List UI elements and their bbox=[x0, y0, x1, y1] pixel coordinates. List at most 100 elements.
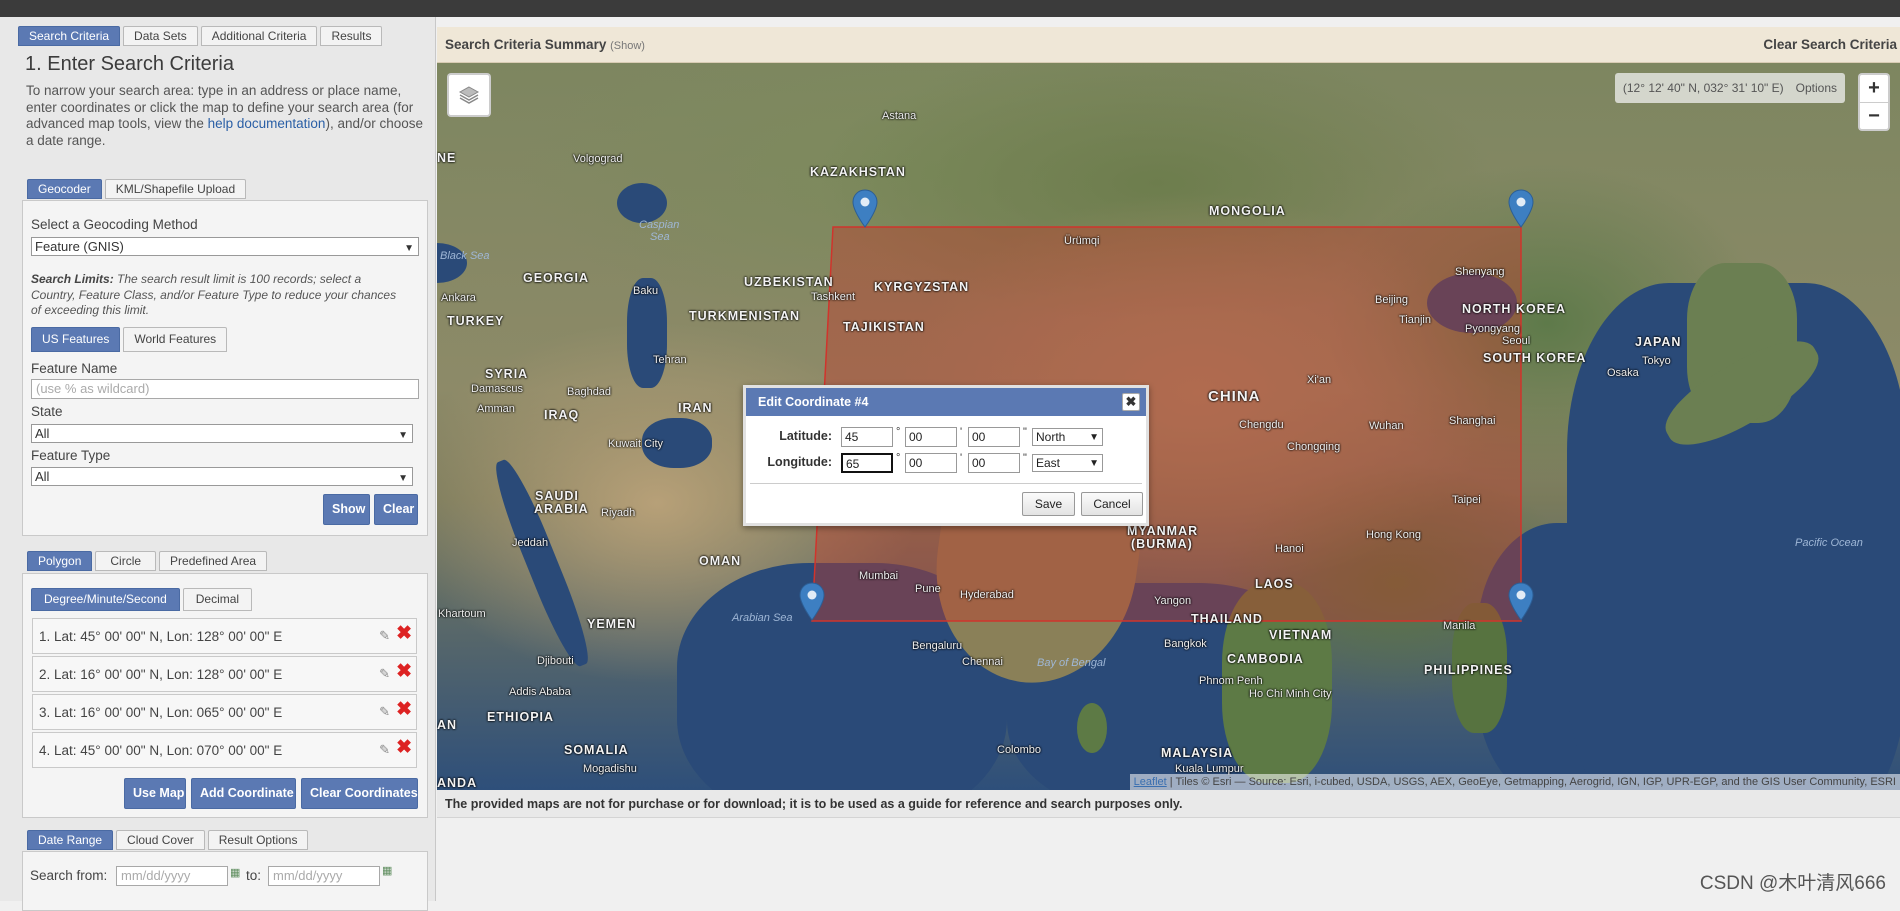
map-label: SOUTH KOREA bbox=[1483, 351, 1587, 365]
tab-circle[interactable]: Circle bbox=[95, 551, 157, 571]
chevron-down-icon: ▼ bbox=[398, 430, 408, 441]
delete-icon[interactable]: ✖ bbox=[396, 662, 412, 682]
cancel-button[interactable]: Cancel bbox=[1081, 492, 1143, 516]
degree-symbol: ° bbox=[896, 452, 901, 464]
delete-icon[interactable]: ✖ bbox=[396, 624, 412, 644]
map-label: Pyongyang bbox=[1465, 323, 1521, 335]
edit-icon[interactable]: ✎ bbox=[379, 704, 390, 720]
tab-decimal[interactable]: Decimal bbox=[182, 588, 253, 611]
map-marker-icon[interactable] bbox=[798, 582, 826, 622]
map-label: ANDA bbox=[437, 776, 478, 790]
edit-icon[interactable]: ✎ bbox=[379, 742, 390, 758]
main-tabs: Search Criteria Data Sets Additional Cri… bbox=[18, 26, 383, 46]
tab-additional-criteria[interactable]: Additional Criteria bbox=[200, 26, 318, 46]
latitude-degrees-input[interactable]: 45 bbox=[841, 427, 893, 447]
longitude-degrees-input[interactable]: 65 bbox=[841, 453, 893, 473]
longitude-direction-select[interactable]: East ▼ bbox=[1032, 454, 1103, 472]
use-map-button[interactable]: Use Map bbox=[124, 778, 186, 809]
edit-icon[interactable]: ✎ bbox=[379, 628, 390, 644]
clear-coordinates-button[interactable]: Clear Coordinates bbox=[301, 778, 418, 809]
help-documentation-link[interactable]: help documentation bbox=[208, 116, 326, 131]
map-marker-icon[interactable] bbox=[851, 189, 879, 229]
tab-search-criteria[interactable]: Search Criteria bbox=[18, 26, 121, 46]
tab-date-range[interactable]: Date Range bbox=[27, 830, 114, 850]
clear-search-criteria-link[interactable]: Clear Search Criteria bbox=[1763, 37, 1897, 52]
cursor-coordinates: (12° 12' 40" N, 032° 31' 10" E) Options bbox=[1614, 73, 1845, 103]
map-label: Baghdad bbox=[567, 386, 612, 398]
latitude-seconds-input[interactable]: 00 bbox=[968, 427, 1020, 447]
map-label: Hong Kong bbox=[1366, 529, 1422, 541]
tab-data-sets[interactable]: Data Sets bbox=[123, 26, 198, 46]
map-label: JAPAN bbox=[1635, 335, 1682, 349]
delete-icon[interactable]: ✖ bbox=[396, 700, 412, 720]
tab-result-options[interactable]: Result Options bbox=[207, 830, 309, 850]
close-icon[interactable]: ✖ bbox=[1122, 393, 1140, 411]
tab-degree-minute-second[interactable]: Degree/Minute/Second bbox=[31, 588, 180, 611]
calendar-icon[interactable]: ▦ bbox=[230, 866, 240, 879]
map-label: Addis Ababa bbox=[509, 686, 571, 698]
tab-us-features[interactable]: US Features bbox=[31, 327, 121, 352]
area-tabs: Polygon Circle Predefined Area bbox=[27, 551, 268, 571]
delete-icon[interactable]: ✖ bbox=[396, 738, 412, 758]
map-label: Chennai bbox=[962, 656, 1003, 668]
state-value: All bbox=[35, 426, 50, 441]
date-to-input[interactable]: mm/dd/yyyy bbox=[268, 866, 380, 886]
feature-name-input[interactable]: (use % as wildcard) bbox=[31, 379, 419, 399]
layers-button[interactable] bbox=[447, 73, 491, 117]
geocoding-method-select[interactable]: Feature (GNIS) ▼ bbox=[31, 237, 419, 256]
latitude-minutes-input[interactable]: 00 bbox=[905, 427, 957, 447]
search-from-label: Search from: bbox=[30, 868, 108, 883]
chevron-down-icon: ▼ bbox=[1089, 432, 1099, 443]
to-label: to: bbox=[246, 868, 262, 883]
tab-polygon[interactable]: Polygon bbox=[27, 551, 93, 571]
chevron-down-icon: ▼ bbox=[1089, 458, 1099, 469]
map-label: Xi'an bbox=[1307, 374, 1332, 386]
dialog-divider bbox=[750, 483, 1142, 484]
longitude-minutes-input[interactable]: 00 bbox=[905, 453, 957, 473]
map-label: Shenyang bbox=[1455, 266, 1505, 278]
map-label: Astana bbox=[882, 110, 917, 122]
summary-show-link[interactable]: (Show) bbox=[610, 40, 645, 52]
date-from-input[interactable]: mm/dd/yyyy bbox=[116, 866, 228, 886]
map-attribution: Leaflet | Tiles © Esri — Source: Esri, i… bbox=[1129, 774, 1900, 790]
zoom-out-button[interactable]: − bbox=[1860, 102, 1888, 129]
feature-type-select[interactable]: All ▼ bbox=[31, 467, 413, 486]
tab-geocoder[interactable]: Geocoder bbox=[27, 179, 102, 199]
tab-world-features[interactable]: World Features bbox=[123, 327, 228, 352]
state-select[interactable]: All ▼ bbox=[31, 424, 413, 443]
edit-icon[interactable]: ✎ bbox=[379, 666, 390, 682]
map-marker-icon[interactable] bbox=[1507, 582, 1535, 622]
map-label: Caspian bbox=[639, 219, 680, 231]
clear-button[interactable]: Clear bbox=[374, 494, 418, 525]
map-marker-icon[interactable] bbox=[1507, 189, 1535, 229]
leaflet-link[interactable]: Leaflet bbox=[1134, 776, 1167, 788]
second-symbol: " bbox=[1023, 426, 1027, 438]
map-label: Osaka bbox=[1607, 367, 1639, 379]
map-label: TURKMENISTAN bbox=[689, 309, 801, 323]
map-options-button[interactable]: Options bbox=[1796, 81, 1837, 95]
map-label: Shanghai bbox=[1449, 415, 1496, 427]
latitude-direction-select[interactable]: North ▼ bbox=[1032, 428, 1103, 446]
map-label: Bengaluru bbox=[912, 640, 963, 652]
tab-kml-shapefile-upload[interactable]: KML/Shapefile Upload bbox=[104, 179, 247, 199]
show-button[interactable]: Show bbox=[323, 494, 370, 525]
map-label: MONGOLIA bbox=[1209, 204, 1286, 218]
tab-cloud-cover[interactable]: Cloud Cover bbox=[116, 830, 205, 850]
map[interactable]: KAZAKHSTAN MONGOLIA CHINA GEORGIA UZBEKI… bbox=[437, 63, 1900, 790]
map-label: KAZAKHSTAN bbox=[810, 165, 906, 179]
calendar-icon[interactable]: ▦ bbox=[382, 864, 392, 877]
feature-type-label: Feature Type bbox=[31, 448, 111, 463]
tab-results[interactable]: Results bbox=[320, 26, 383, 46]
map-label: TAJIKISTAN bbox=[843, 320, 925, 334]
longitude-seconds-input[interactable]: 00 bbox=[968, 453, 1020, 473]
tab-predefined-area[interactable]: Predefined Area bbox=[159, 551, 268, 571]
map-label: NORTH KOREA bbox=[1462, 302, 1567, 316]
add-coordinate-button[interactable]: Add Coordinate bbox=[191, 778, 296, 809]
map-label: KYRGYZSTAN bbox=[874, 280, 970, 294]
save-button[interactable]: Save bbox=[1022, 492, 1075, 516]
map-label: Bangkok bbox=[1164, 638, 1207, 650]
map-label: TURKEY bbox=[447, 314, 505, 328]
map-label: AN bbox=[437, 718, 458, 732]
map-label: Chengdu bbox=[1239, 419, 1284, 431]
zoom-in-button[interactable]: + bbox=[1860, 75, 1888, 102]
